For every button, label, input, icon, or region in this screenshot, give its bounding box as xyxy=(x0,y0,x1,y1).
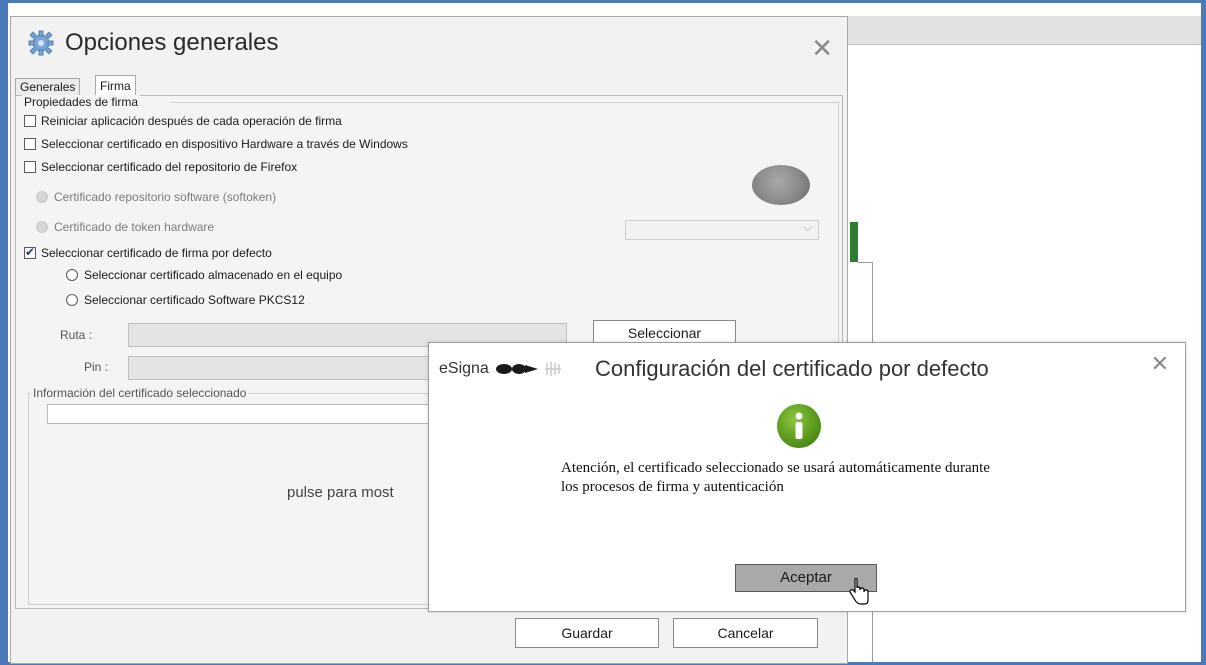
checkbox-row-hardware[interactable]: Seleccionar certificado en dispositivo H… xyxy=(24,137,408,151)
window-frame-left xyxy=(0,0,8,665)
hand-cursor-icon xyxy=(849,578,869,605)
default-certificate-dialog: eSigna Configuración del certificado por… xyxy=(428,342,1186,612)
firefox-icon xyxy=(752,165,810,205)
background-divider xyxy=(858,262,872,263)
window-frame-right xyxy=(1201,0,1206,665)
radio-softoken-label: Certificado repositorio software (softok… xyxy=(54,190,277,204)
tab-firma[interactable]: Firma xyxy=(95,75,136,97)
certificate-info-hint: pulse para most xyxy=(287,484,394,501)
signature-marks-icon xyxy=(544,362,561,376)
checkbox-hardware-label: Seleccionar certificado en dispositivo H… xyxy=(41,137,408,151)
pin-input[interactable] xyxy=(128,356,430,380)
window-frame-top xyxy=(0,0,1206,3)
close-icon[interactable]: ✕ xyxy=(1151,351,1169,377)
dialog-title: Opciones generales xyxy=(65,29,279,56)
close-icon[interactable]: ✕ xyxy=(811,33,833,64)
save-button[interactable]: Guardar xyxy=(515,618,659,648)
radio-token-hardware xyxy=(36,221,48,233)
popup-title: Configuración del certificado por defect… xyxy=(595,356,989,381)
background-green-marker xyxy=(850,222,858,262)
esigna-logo-icon xyxy=(495,364,538,374)
radio-row-token-hardware: Certificado de token hardware xyxy=(36,220,214,234)
pin-label: Pin : xyxy=(84,360,109,374)
checkbox-default-certificate[interactable] xyxy=(24,245,36,259)
cancel-button[interactable]: Cancelar xyxy=(673,618,818,648)
checkbox-row-default[interactable]: Seleccionar certificado de firma por def… xyxy=(24,245,272,260)
ruta-label: Ruta : xyxy=(60,328,93,342)
background-toolbar xyxy=(847,16,1201,45)
radio-softoken xyxy=(36,191,48,203)
radio-row-pkcs12[interactable]: Seleccionar certificado Software PKCS12 xyxy=(66,293,305,307)
radio-stored-label: Seleccionar certificado almacenado en el… xyxy=(84,268,343,282)
radio-pkcs12-label: Seleccionar certificado Software PKCS12 xyxy=(84,293,305,307)
info-icon xyxy=(777,404,821,448)
esigna-brand: eSigna xyxy=(439,360,561,378)
certificate-info-title: Información del certificado seleccionado xyxy=(31,386,249,400)
checkbox-firefox-label: Seleccionar certificado del repositorio … xyxy=(41,160,298,174)
checkbox-restart[interactable] xyxy=(24,115,36,127)
group-title: Propiedades de firma xyxy=(22,95,141,109)
certificate-info-field xyxy=(47,404,434,424)
radio-pkcs12[interactable] xyxy=(66,294,78,306)
radio-token-hardware-label: Certificado de token hardware xyxy=(54,220,215,234)
token-select: ⌵ xyxy=(625,220,819,240)
chevron-down-icon: ⌵ xyxy=(803,222,812,234)
brand-name: eSigna xyxy=(439,360,489,377)
checkbox-restart-label: Reiniciar aplicación después de cada ope… xyxy=(41,114,342,128)
checkbox-hardware[interactable] xyxy=(24,138,36,150)
radio-row-softoken: Certificado repositorio software (softok… xyxy=(36,190,276,204)
radio-stored-certificate[interactable] xyxy=(66,269,78,281)
checkbox-firefox[interactable] xyxy=(24,161,36,173)
checkbox-row-firefox[interactable]: Seleccionar certificado del repositorio … xyxy=(24,160,297,174)
checkbox-default-label: Seleccionar certificado de firma por def… xyxy=(41,246,272,260)
group-border xyxy=(170,102,838,103)
checkbox-row-restart[interactable]: Reiniciar aplicación después de cada ope… xyxy=(24,114,342,128)
popup-message: Atención, el certificado seleccionado se… xyxy=(561,460,990,495)
radio-row-stored[interactable]: Seleccionar certificado almacenado en el… xyxy=(66,268,342,282)
gear-icon xyxy=(28,30,54,56)
